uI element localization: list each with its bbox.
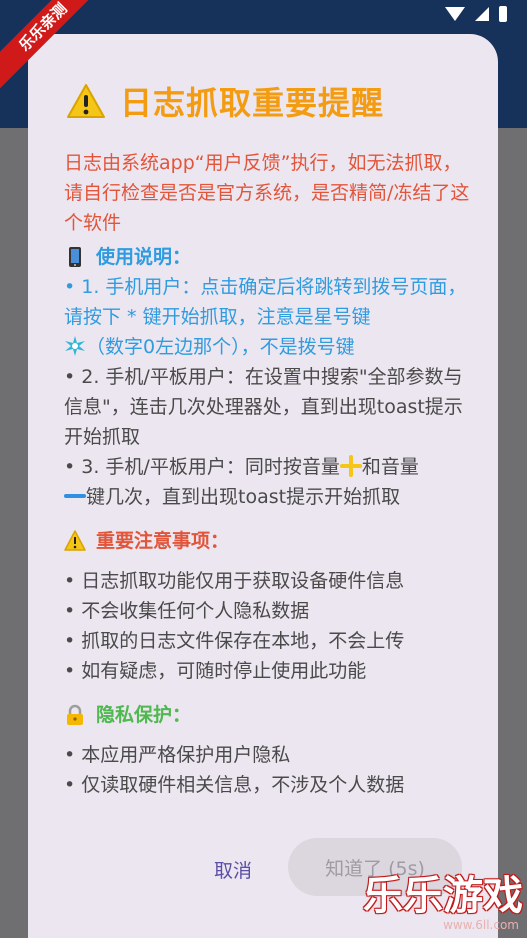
privacy-heading: 隐私保护： [64,700,474,730]
mobile-phone-icon [69,247,81,267]
warning-small-icon [64,530,86,551]
notice-item: • 抓取的日志文件保存在本地，不会上传 [64,630,405,652]
star-key-icon [65,336,85,356]
usage-item-1: • 1. 手机用户：点击确定后将跳转到拨号页面，请按下 * 键开始抓取，注意是星… [64,276,467,358]
usage-heading: 使用说明： [64,242,474,272]
watermark: 乐乐游戏 www.6ll.com [363,874,523,932]
notice-heading: 重要注意事项： [64,526,474,556]
log-capture-dialog: 日志抓取重要提醒 日志由系统app“用户反馈”执行，如无法抓取，请自行检查是否是… [28,34,498,938]
volume-down-icon [64,485,86,507]
watermark-text: 乐乐游戏 [363,873,523,919]
dialog-content[interactable]: 日志由系统app“用户反馈”执行，如无法抓取，请自行检查是否是官方系统，是否精简… [64,148,474,802]
signal-icon [475,7,489,21]
notice-item: • 如有疑虑，可随时停止使用此功能 [64,660,367,682]
usage-item-2: • 2. 手机/平板用户：在设置中搜索"全部参数与信息"，连击几次处理器处，直到… [64,366,463,448]
cancel-button[interactable]: 取消 [196,842,270,896]
privacy-item: • 本应用严格保护用户隐私 [64,744,291,766]
notice-item: • 不会收集任何个人隐私数据 [64,600,310,622]
watermark-url: www.6ll.com [443,918,519,932]
battery-icon [499,6,507,22]
dialog-title-row: 日志抓取重要提醒 [66,78,384,124]
usage-item-3: • 3. 手机/平板用户：同时按音量 和音量 键几次，直到出现toast提示开始抓取 [64,455,419,508]
dialog-title: 日志抓取重要提醒 [120,84,385,122]
privacy-item: • 仅读取硬件相关信息，不涉及个人数据 [64,774,405,796]
warning-icon [67,84,105,118]
notice-item: • 日志抓取功能仅用于获取设备硬件信息 [64,570,405,592]
volume-up-icon [339,455,362,477]
lock-icon [67,704,83,725]
intro-text: 日志由系统app“用户反馈”执行，如无法抓取，请自行检查是否是官方系统，是否精简… [64,152,470,234]
wifi-icon [445,7,465,21]
